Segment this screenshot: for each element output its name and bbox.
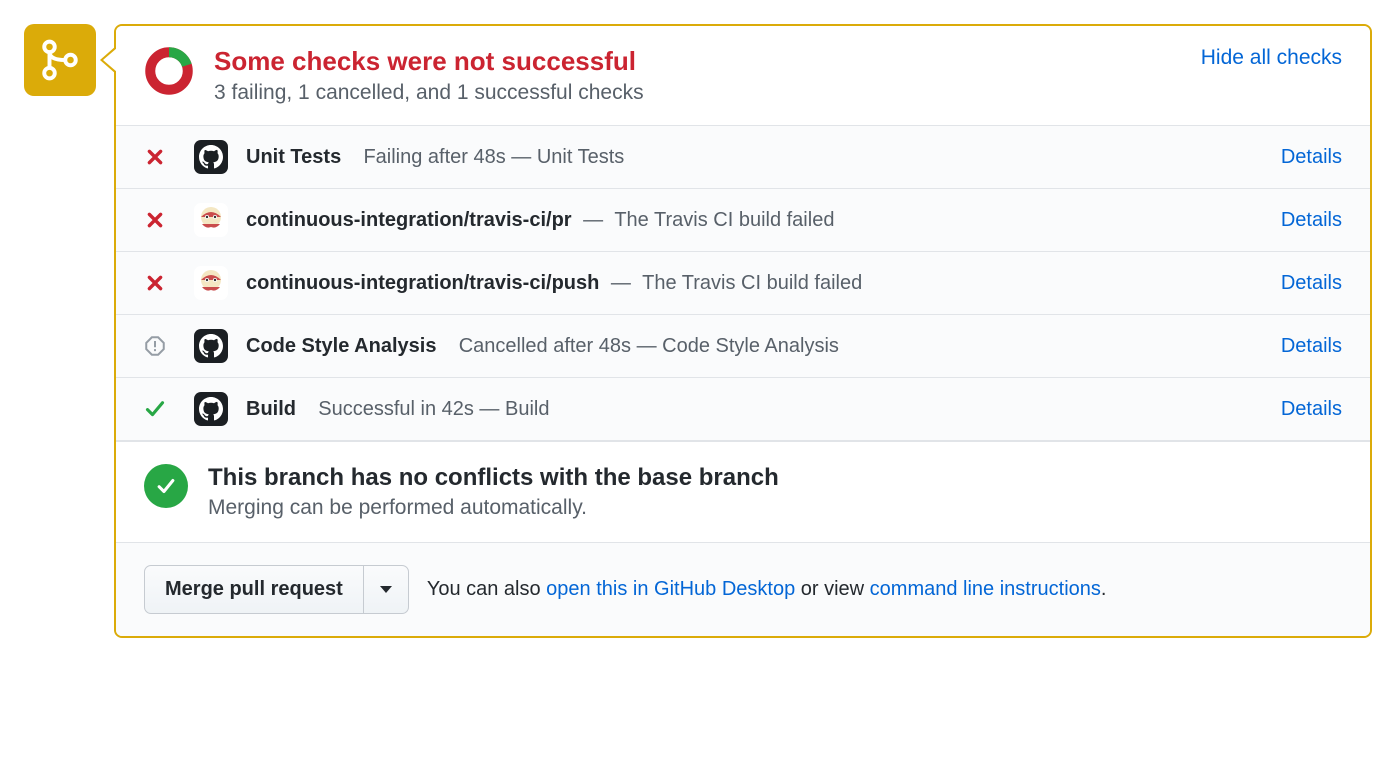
merge-status-badge (24, 24, 96, 96)
check-desc: Successful in 42s — Build (318, 398, 549, 420)
check-row: continuous-integration/travis-ci/pr — Th… (116, 189, 1370, 252)
check-text: continuous-integration/travis-ci/pr — Th… (246, 209, 1269, 232)
check-icon (155, 475, 177, 497)
check-row: Build Successful in 42s — Build Details (116, 378, 1370, 441)
caret-down-icon (380, 586, 392, 593)
check-text: continuous-integration/travis-ci/push — … (246, 272, 1269, 295)
github-avatar-icon (194, 329, 228, 363)
checks-list: Unit Tests Failing after 48s — Unit Test… (116, 125, 1370, 441)
success-circle-icon (144, 464, 188, 508)
summary-subtitle: 3 failing, 1 cancelled, and 1 successful… (214, 81, 1201, 105)
hide-all-checks-link[interactable]: Hide all checks (1201, 46, 1342, 70)
check-name: Build (246, 398, 296, 420)
merge-section: Merge pull request You can also open thi… (116, 542, 1370, 636)
details-link[interactable]: Details (1281, 209, 1342, 232)
merge-dropdown-button[interactable] (363, 566, 408, 613)
check-desc: Cancelled after 48s — Code Style Analysi… (459, 335, 839, 357)
merge-pr-button[interactable]: Merge pull request (145, 566, 363, 613)
github-avatar-icon (194, 392, 228, 426)
merge-help-text: You can also open this in GitHub Desktop… (427, 578, 1107, 601)
check-name: Code Style Analysis (246, 335, 436, 357)
check-text: Code Style Analysis Cancelled after 48s … (246, 335, 1269, 358)
open-desktop-link[interactable]: open this in GitHub Desktop (546, 578, 795, 600)
conflicts-section: This branch has no conflicts with the ba… (116, 441, 1370, 542)
fail-icon (144, 211, 166, 229)
details-link[interactable]: Details (1281, 272, 1342, 295)
conflicts-subtitle: Merging can be performed automatically. (208, 496, 779, 520)
check-desc: The Travis CI build failed (614, 209, 834, 231)
travis-avatar-icon (194, 266, 228, 300)
status-donut-icon (144, 46, 194, 96)
check-name: Unit Tests (246, 146, 341, 168)
travis-avatar-icon (194, 203, 228, 237)
details-link[interactable]: Details (1281, 146, 1342, 169)
details-link[interactable]: Details (1281, 335, 1342, 358)
checks-summary: Some checks were not successful 3 failin… (116, 26, 1370, 125)
check-name: continuous-integration/travis-ci/pr (246, 209, 572, 231)
check-desc: The Travis CI build failed (642, 272, 862, 294)
check-row: Code Style Analysis Cancelled after 48s … (116, 315, 1370, 378)
merge-button-group: Merge pull request (144, 565, 409, 614)
check-desc: Failing after 48s — Unit Tests (363, 146, 624, 168)
fail-icon (144, 274, 166, 292)
github-avatar-icon (194, 140, 228, 174)
check-text: Build Successful in 42s — Build (246, 398, 1269, 421)
check-text: Unit Tests Failing after 48s — Unit Test… (246, 146, 1269, 169)
fail-icon (144, 148, 166, 166)
check-row: Unit Tests Failing after 48s — Unit Test… (116, 126, 1370, 189)
conflicts-title: This branch has no conflicts with the ba… (208, 464, 779, 492)
merge-panel: Some checks were not successful 3 failin… (114, 24, 1372, 638)
cancelled-icon (144, 336, 166, 356)
check-row: continuous-integration/travis-ci/push — … (116, 252, 1370, 315)
summary-title: Some checks were not successful (214, 46, 1201, 77)
cli-instructions-link[interactable]: command line instructions (870, 578, 1101, 600)
success-icon (144, 399, 166, 419)
details-link[interactable]: Details (1281, 398, 1342, 421)
git-merge-icon (39, 39, 81, 81)
check-name: continuous-integration/travis-ci/push (246, 272, 599, 294)
